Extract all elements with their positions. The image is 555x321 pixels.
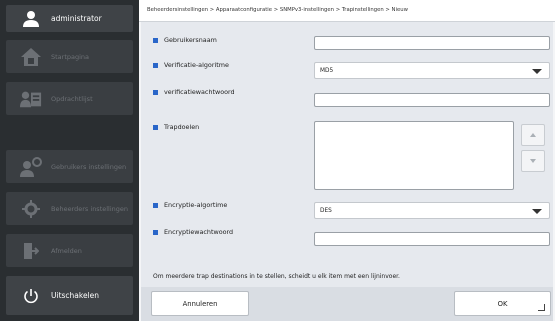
scroll-down-button[interactable]: [521, 150, 545, 172]
encryption-algorithm-label: Encryptie-algortime: [153, 201, 227, 209]
footer-bar: Annuleren OK: [141, 287, 553, 321]
sidebar: administrator Startpagina Opdrachtlijst …: [0, 0, 139, 321]
user-icon: [20, 8, 42, 30]
username-field[interactable]: [314, 36, 550, 50]
sidebar-item-user-settings[interactable]: Gebruikers instellingen: [6, 150, 133, 183]
job-list-icon: [20, 88, 42, 110]
user-account-button[interactable]: administrator: [6, 5, 133, 32]
sidebar-item-label: Afmelden: [51, 246, 82, 255]
arrow-up-icon: [530, 133, 536, 137]
bullet-square-icon: [153, 89, 158, 95]
sidebar-item-job-list[interactable]: Opdrachtlijst: [6, 82, 133, 115]
bullet-square-icon: [153, 202, 158, 208]
bullet-square-icon: [153, 229, 158, 235]
power-icon: [20, 285, 42, 307]
ok-button[interactable]: OK: [454, 291, 551, 316]
sidebar-item-home[interactable]: Startpagina: [6, 40, 133, 73]
cancel-button[interactable]: Annuleren: [151, 291, 249, 316]
sidebar-item-label: Startpagina: [51, 52, 90, 61]
home-icon: [20, 46, 42, 68]
bullet-square-icon: [153, 124, 158, 130]
encryption-password-field[interactable]: [314, 232, 550, 246]
bullet-square-icon: [153, 62, 158, 68]
username-label: Gebruikersnaam: [153, 36, 217, 44]
power-off-button[interactable]: Uitschakelen: [6, 276, 133, 315]
sidebar-item-admin-settings[interactable]: Beheerders instellingen: [6, 192, 133, 225]
sidebar-item-logout[interactable]: Afmelden: [6, 234, 133, 267]
main-panel: Beheerdersinstellingen > Apparaatconfigu…: [139, 0, 555, 321]
form-area: Gebruikersnaam Verificatie-algoritme MD5…: [141, 22, 553, 287]
trap-targets-textarea[interactable]: [314, 121, 514, 190]
sidebar-item-label: Beheerders instellingen: [51, 204, 129, 213]
enter-corner-icon: [538, 304, 545, 311]
user-name: administrator: [51, 14, 102, 23]
hint-text: Om meerdere trap destinations in te stel…: [153, 273, 400, 280]
trap-targets-label: Trapdoelen: [153, 123, 199, 131]
breadcrumb: Beheerdersinstellingen > Apparaatconfigu…: [139, 0, 555, 22]
encryption-algorithm-select[interactable]: DES: [314, 202, 550, 219]
chevron-down-icon: [532, 69, 542, 74]
gear-icon: [20, 198, 42, 220]
auth-password-field[interactable]: [314, 93, 550, 107]
power-off-label: Uitschakelen: [51, 291, 100, 300]
chevron-down-icon: [532, 209, 542, 214]
sidebar-item-label: Gebruikers instellingen: [51, 162, 127, 171]
logout-icon: [20, 240, 42, 262]
arrow-down-icon: [530, 159, 536, 163]
user-settings-icon: [20, 156, 42, 178]
auth-algorithm-label: Verificatie-algoritme: [153, 61, 229, 69]
bullet-square-icon: [153, 37, 158, 43]
sidebar-item-label: Opdrachtlijst: [51, 94, 93, 103]
auth-algorithm-select[interactable]: MD5: [314, 62, 550, 79]
scroll-up-button[interactable]: [521, 124, 545, 146]
auth-password-label: verificatiewachtwoord: [153, 88, 235, 96]
encryption-password-label: Encryptiewachtwoord: [153, 228, 233, 236]
